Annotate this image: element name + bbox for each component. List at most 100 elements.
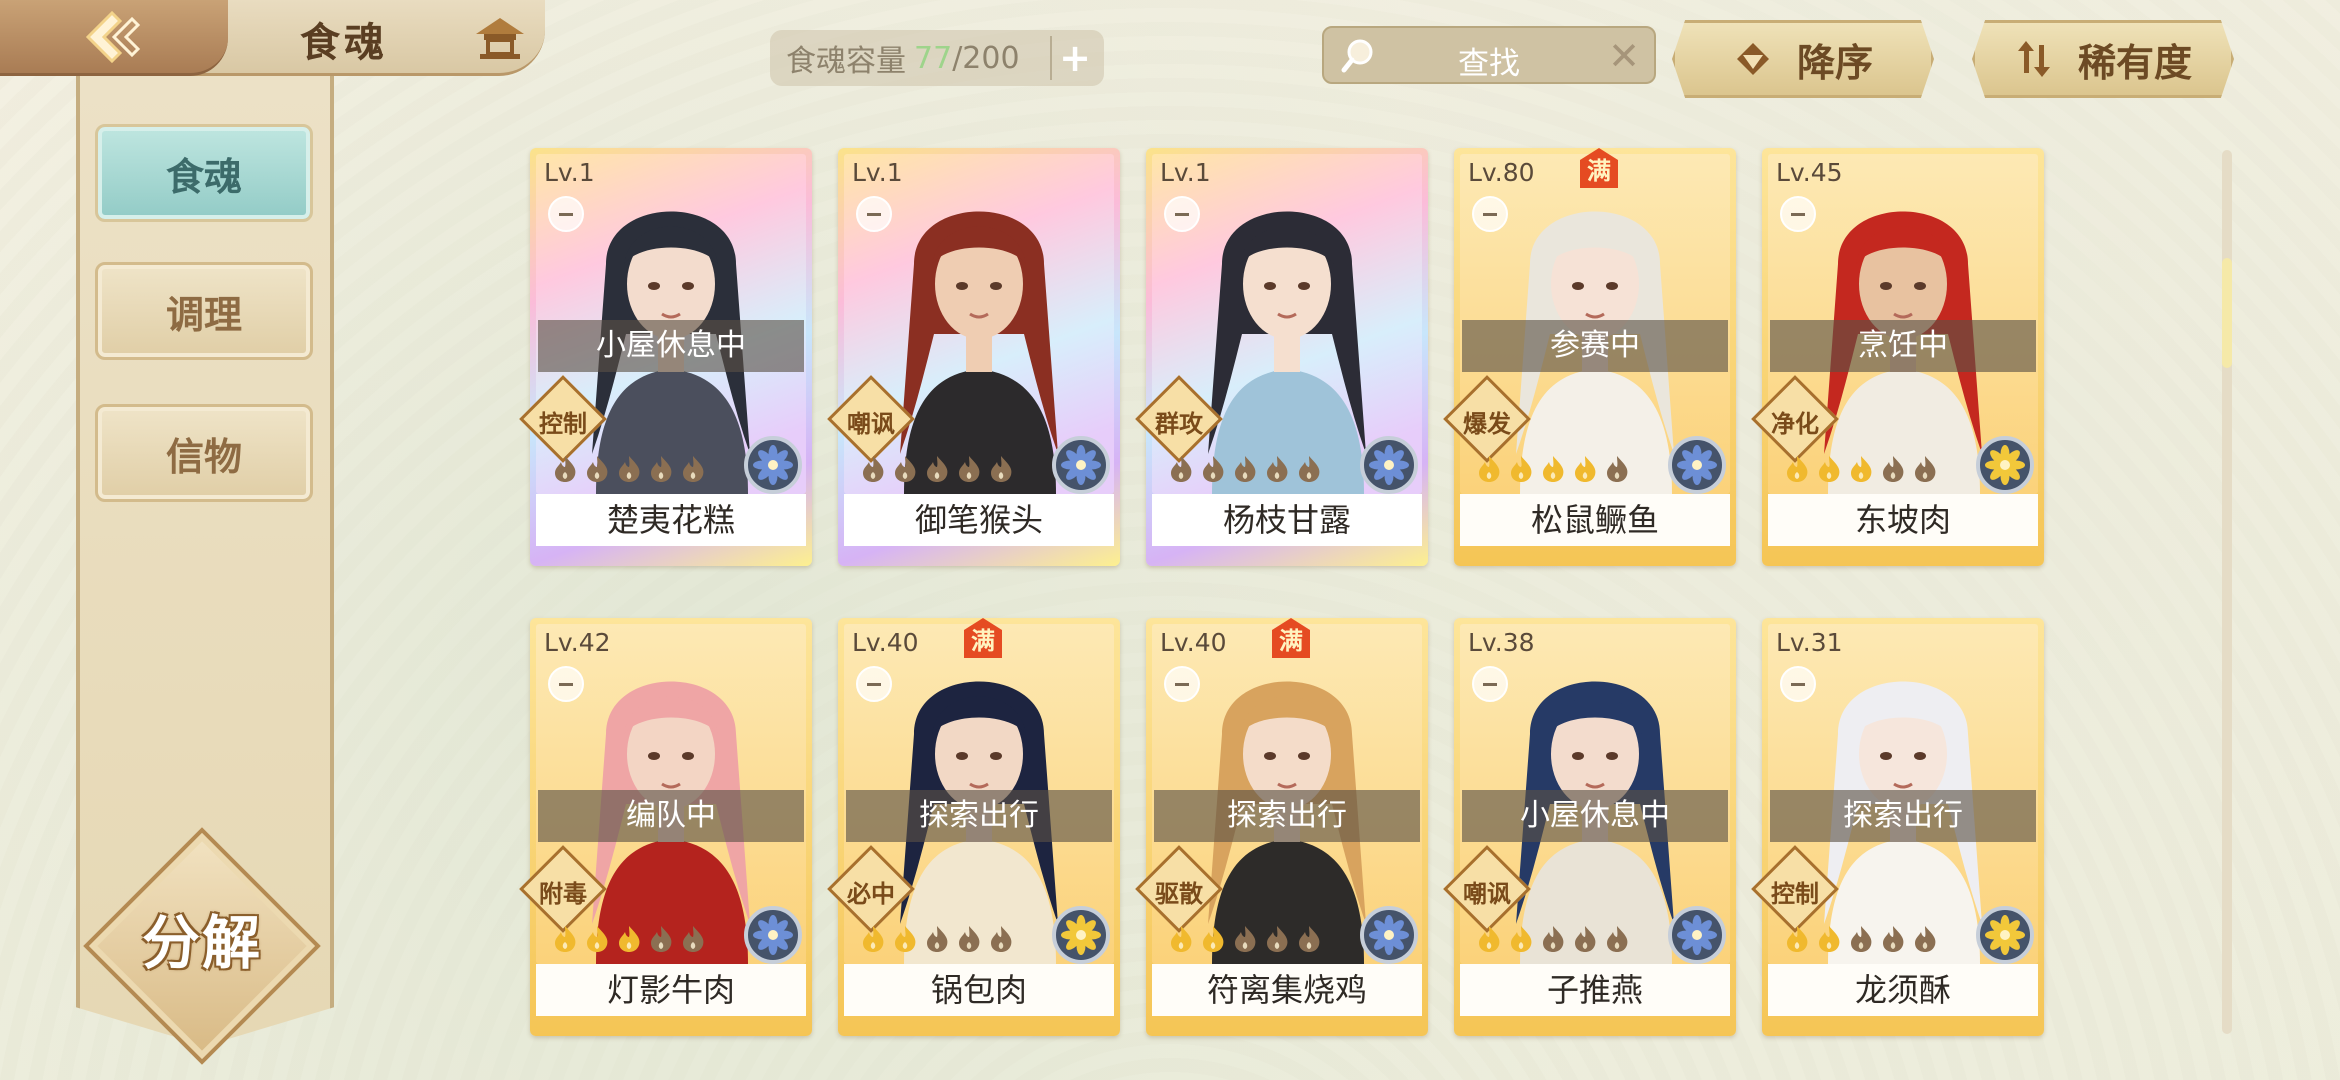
role-label: 净化 bbox=[1771, 410, 1819, 438]
star-rating bbox=[550, 924, 708, 954]
card-name: 楚夷花糕 bbox=[536, 494, 806, 546]
flame-star-icon bbox=[651, 926, 672, 952]
flame-star-icon bbox=[991, 456, 1012, 482]
star-rating bbox=[550, 454, 708, 484]
card-status: 小屋休息中 bbox=[1462, 790, 1728, 842]
flame-star-icon bbox=[1511, 456, 1532, 482]
star-rating bbox=[1474, 924, 1632, 954]
capacity-max: /200 bbox=[952, 40, 1020, 76]
element-badge bbox=[1360, 436, 1418, 494]
lock-icon[interactable] bbox=[856, 196, 892, 232]
food-soul-card[interactable]: Lv.38 小屋休息中 嘲讽 子推燕 bbox=[1443, 618, 1736, 1036]
blue-flower-icon bbox=[753, 915, 793, 955]
sort-key-button[interactable]: 稀有度 bbox=[1972, 20, 2234, 98]
food-soul-card[interactable]: Lv.1 嘲讽 御笔猴头 bbox=[827, 148, 1120, 566]
tab-tokens[interactable]: 信物 bbox=[95, 404, 313, 502]
element-badge bbox=[1052, 436, 1110, 494]
flame-star-icon bbox=[1171, 456, 1192, 482]
card-level: Lv.80 bbox=[1468, 158, 1535, 187]
flame-star-icon bbox=[1299, 926, 1320, 952]
triangle-down-icon bbox=[1736, 43, 1769, 75]
flame-star-icon bbox=[959, 926, 980, 952]
add-capacity-button[interactable]: + bbox=[1050, 36, 1098, 80]
lock-icon[interactable] bbox=[1472, 666, 1508, 702]
flame-star-icon bbox=[1543, 926, 1564, 952]
pavilion-icon[interactable] bbox=[470, 14, 530, 64]
gold-flower-icon bbox=[1985, 915, 2025, 955]
role-label: 爆发 bbox=[1463, 410, 1511, 438]
element-badge bbox=[744, 906, 802, 964]
card-name: 龙须酥 bbox=[1768, 964, 2038, 1016]
food-soul-card[interactable]: Lv.1 小屋休息中 控制 楚夷花糕 bbox=[519, 148, 812, 566]
capacity-display: 食魂容量 77/200 + bbox=[770, 30, 1104, 86]
search-input[interactable]: 查找 ✕ bbox=[1322, 26, 1656, 84]
card-name: 松鼠鳜鱼 bbox=[1460, 494, 1730, 546]
gold-flower-icon bbox=[1061, 915, 1101, 955]
capacity-label: 食魂容量 bbox=[786, 44, 906, 79]
blue-flower-icon bbox=[1369, 915, 1409, 955]
food-soul-card[interactable]: Lv.42 编队中 附毒 灯影牛肉 bbox=[519, 618, 812, 1036]
card-level: Lv.31 bbox=[1776, 628, 1843, 657]
tab-conditioning[interactable]: 调理 bbox=[95, 262, 313, 360]
back-button[interactable] bbox=[0, 0, 228, 76]
blue-flower-icon bbox=[753, 445, 793, 485]
flame-star-icon bbox=[1787, 926, 1808, 952]
element-badge bbox=[744, 436, 802, 494]
food-soul-card[interactable]: Lv.40 满探索出行 必中 锅包肉 bbox=[827, 618, 1120, 1036]
card-status: 探索出行 bbox=[1770, 790, 2036, 842]
flame-star-icon bbox=[651, 456, 672, 482]
flame-star-icon bbox=[1511, 926, 1532, 952]
capacity-current: 77 bbox=[914, 40, 953, 76]
blue-flower-icon bbox=[1061, 445, 1101, 485]
scrollbar-thumb[interactable] bbox=[2222, 258, 2232, 368]
lock-icon[interactable] bbox=[1780, 196, 1816, 232]
flame-star-icon bbox=[1203, 456, 1224, 482]
lock-icon[interactable] bbox=[548, 666, 584, 702]
lock-icon[interactable] bbox=[1164, 196, 1200, 232]
card-level: Lv.45 bbox=[1776, 158, 1843, 187]
flame-star-icon bbox=[683, 456, 704, 482]
blue-flower-icon bbox=[1369, 445, 1409, 485]
flame-star-icon bbox=[587, 456, 608, 482]
card-status: 参赛中 bbox=[1462, 320, 1728, 372]
back-arrow-icon bbox=[85, 10, 141, 63]
star-rating bbox=[858, 454, 1016, 484]
flame-star-icon bbox=[895, 456, 916, 482]
decompose-label[interactable]: 分解 bbox=[110, 896, 294, 980]
card-status: 探索出行 bbox=[1154, 790, 1420, 842]
food-soul-card[interactable]: Lv.45 烹饪中 净化 东坡肉 bbox=[1751, 148, 2044, 566]
food-soul-card[interactable]: Lv.80 满参赛中 爆发 松鼠鳜鱼 bbox=[1443, 148, 1736, 566]
tab-food-souls[interactable]: 食魂 bbox=[95, 124, 313, 222]
role-label: 嘲讽 bbox=[847, 410, 895, 438]
food-soul-card[interactable]: Lv.40 满探索出行 驱散 符离集烧鸡 bbox=[1135, 618, 1428, 1036]
clear-search-button[interactable]: ✕ bbox=[1608, 34, 1640, 78]
flame-star-icon bbox=[927, 456, 948, 482]
flame-star-icon bbox=[1235, 926, 1256, 952]
flame-star-icon bbox=[895, 926, 916, 952]
flame-star-icon bbox=[1267, 456, 1288, 482]
food-soul-card[interactable]: Lv.1 群攻 杨枝甘露 bbox=[1135, 148, 1428, 566]
food-soul-grid: Lv.1 小屋休息中 控制 楚夷花糕 Lv.1 嘲讽 御笔猴头 Lv.1 群攻 杨枝甘露 Lv.80… bbox=[519, 148, 2050, 1038]
sort-order-label: 降序 bbox=[1796, 40, 1873, 85]
lock-icon[interactable] bbox=[856, 666, 892, 702]
food-soul-card[interactable]: Lv.31 探索出行控制龙须酥 bbox=[1751, 618, 2044, 1036]
lock-icon[interactable] bbox=[548, 196, 584, 232]
flame-star-icon bbox=[555, 926, 576, 952]
flame-star-icon bbox=[1203, 926, 1224, 952]
sort-order-button[interactable]: 降序 bbox=[1672, 20, 1934, 98]
card-name: 符离集烧鸡 bbox=[1152, 964, 1422, 1016]
lock-icon[interactable] bbox=[1780, 666, 1816, 702]
lock-icon[interactable] bbox=[1472, 196, 1508, 232]
lock-icon[interactable] bbox=[1164, 666, 1200, 702]
blue-flower-icon bbox=[1677, 915, 1717, 955]
star-rating bbox=[858, 924, 1016, 954]
flame-star-icon bbox=[1851, 456, 1872, 482]
star-rating bbox=[1166, 924, 1324, 954]
card-level: Lv.1 bbox=[852, 158, 903, 187]
page-title: 食魂 bbox=[300, 19, 388, 66]
role-label: 控制 bbox=[1771, 880, 1819, 908]
card-level: Lv.38 bbox=[1468, 628, 1535, 657]
flame-star-icon bbox=[1883, 456, 1904, 482]
card-status: 烹饪中 bbox=[1770, 320, 2036, 372]
flame-star-icon bbox=[1299, 456, 1320, 482]
